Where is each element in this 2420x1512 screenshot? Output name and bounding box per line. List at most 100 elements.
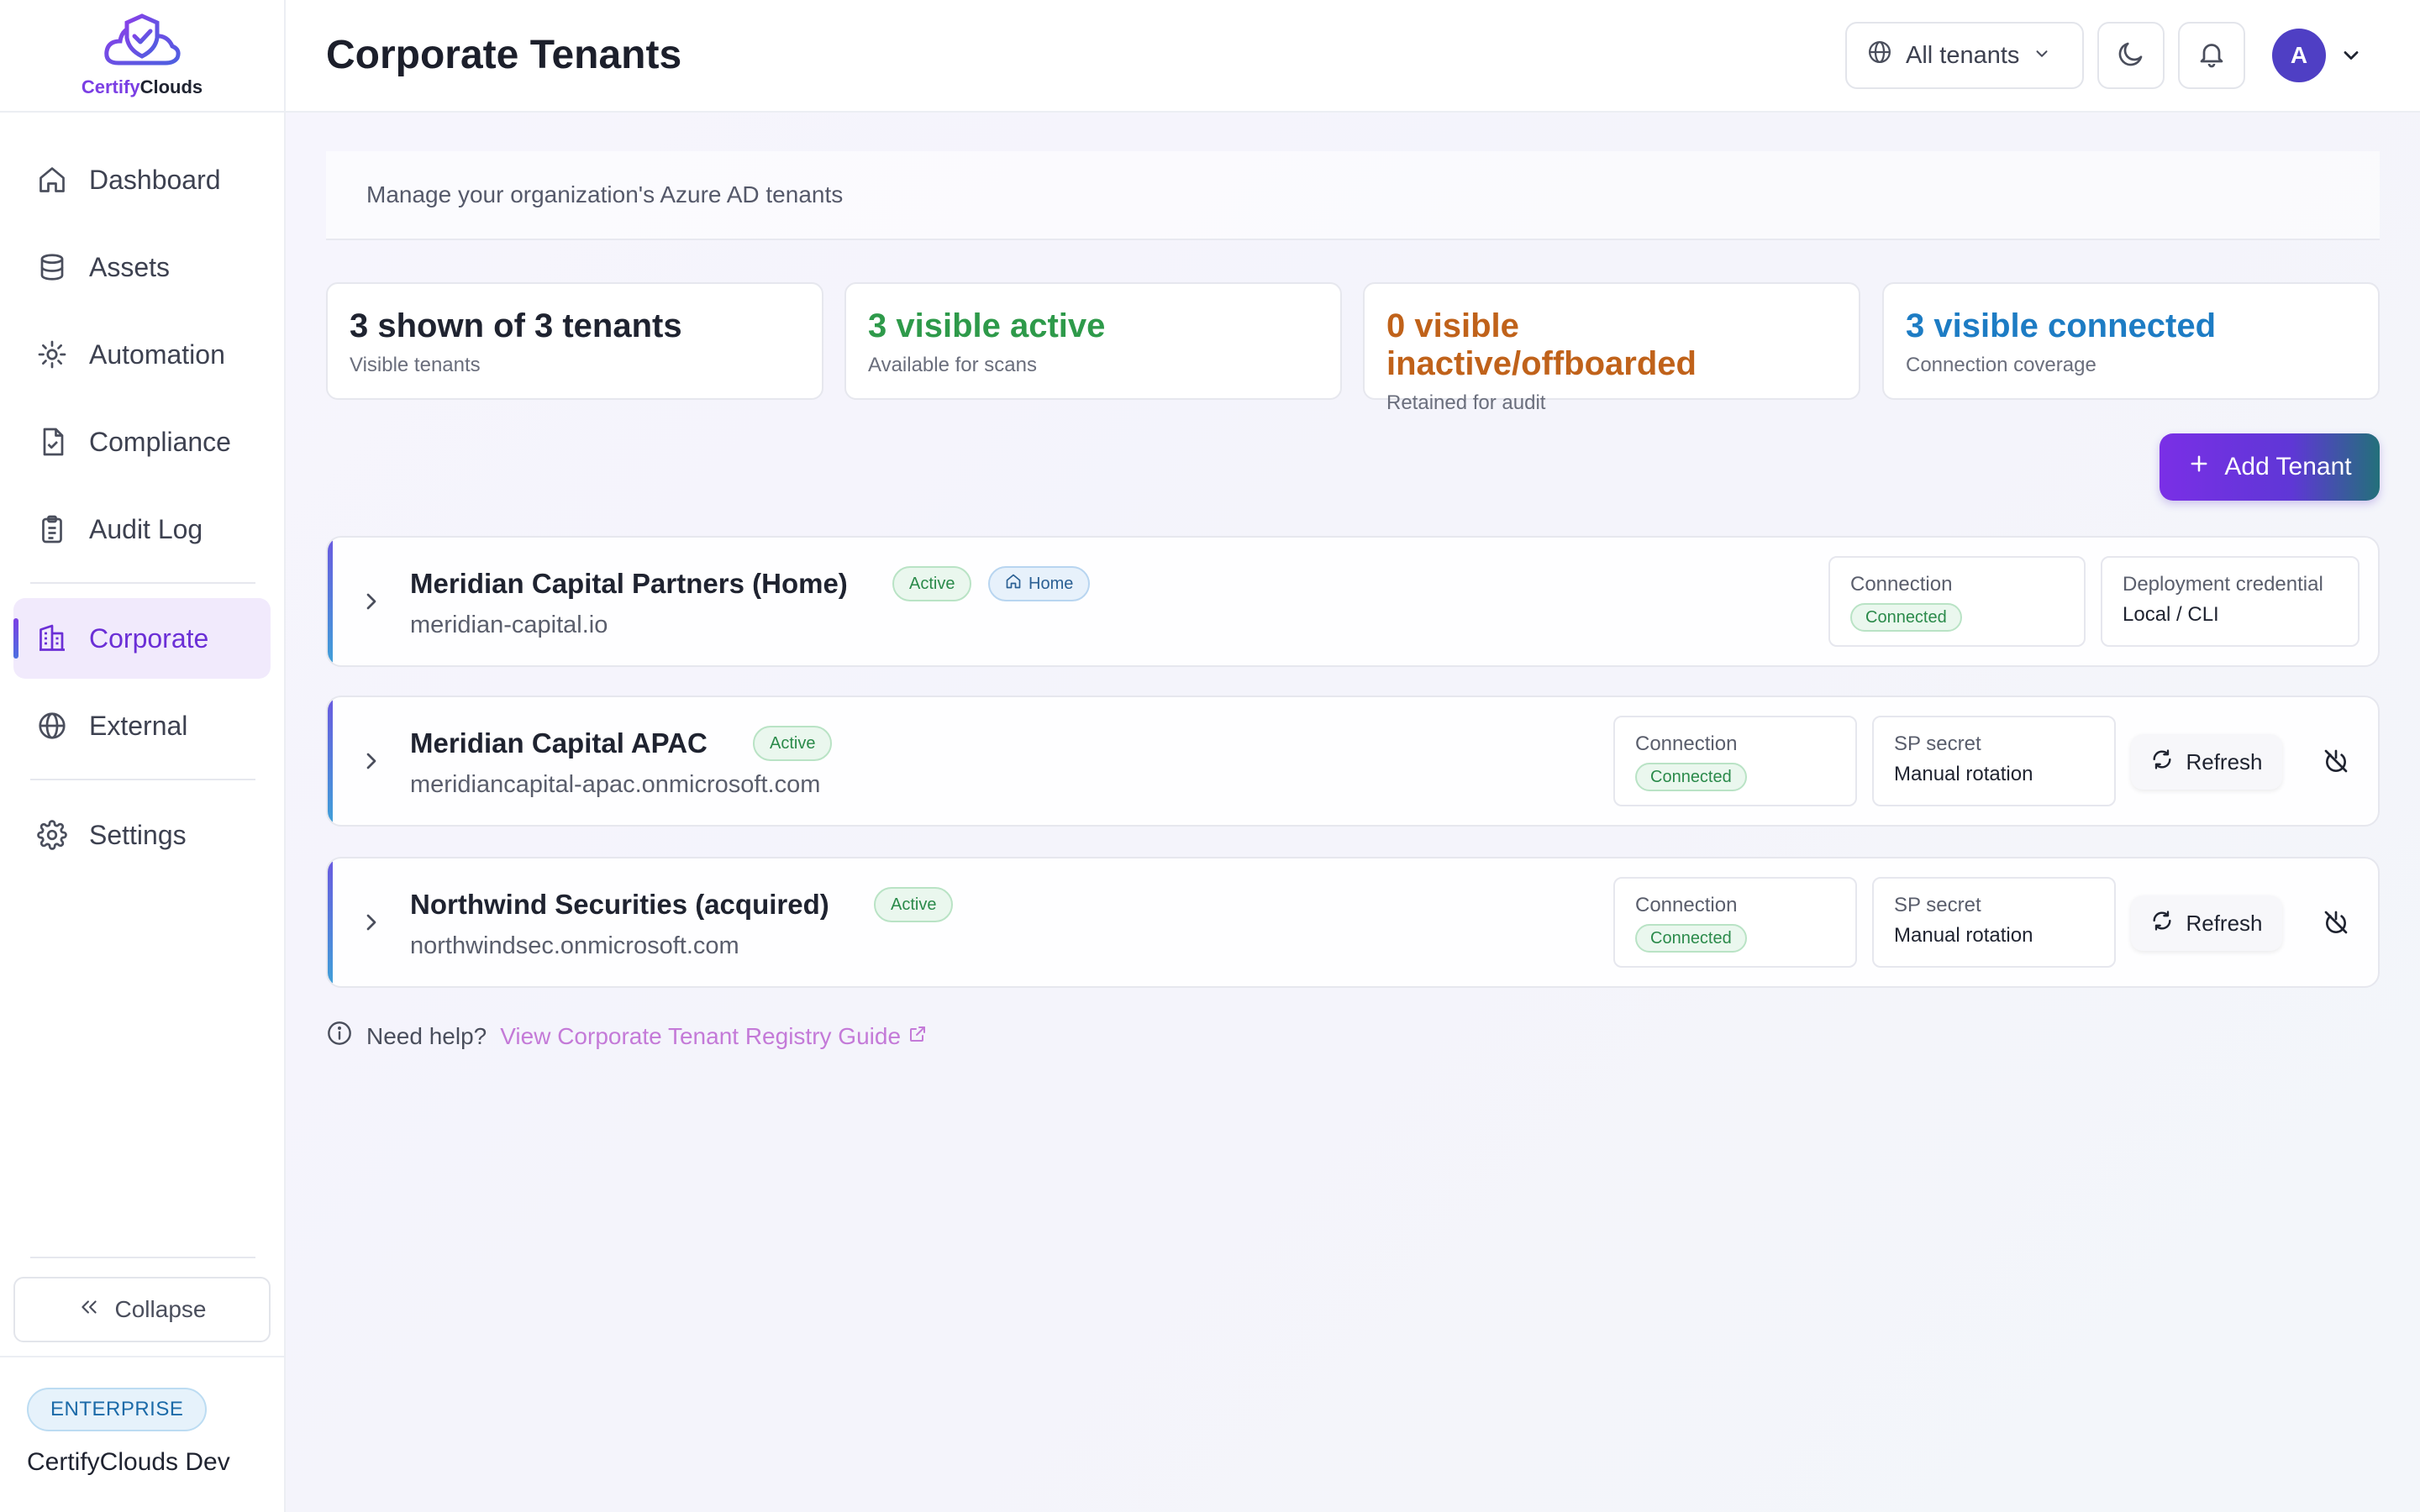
status-badge: Active (892, 566, 972, 601)
credential-value: Manual rotation (1894, 924, 2033, 947)
chevron-down-icon[interactable] (2339, 44, 2363, 71)
stat-value: 3 visible connected (1906, 307, 2217, 344)
stat-value: 0 visible inactive/offboarded (1386, 307, 1697, 382)
credential-value: Local / CLI (2123, 603, 2219, 626)
chevron-right-icon[interactable] (358, 588, 385, 619)
stat-card-active: 3 visible active Available for scans (844, 282, 1342, 400)
chevron-right-icon[interactable] (358, 909, 385, 940)
refresh-icon (2150, 909, 2174, 938)
registry-guide-link-label: View Corporate Tenant Registry Guide (500, 1022, 902, 1049)
nav-divider (30, 779, 255, 780)
home-badge: Home (988, 566, 1091, 601)
clipboard-icon (35, 512, 69, 546)
credential-box: Deployment credential Local / CLI (2101, 556, 2360, 647)
theme-toggle-button[interactable] (2097, 22, 2165, 89)
external-link-icon (908, 1023, 928, 1050)
stat-card-inactive: 0 visible inactive/offboarded Retained f… (1363, 282, 1860, 414)
sidebar-footer: ENTERPRISE CertifyClouds Dev (0, 1356, 286, 1512)
power-off-icon (2323, 909, 2349, 940)
tenant-filter-value: All tenants (1906, 41, 2020, 69)
file-check-icon (35, 425, 69, 459)
connection-status-box: Connection Connected (1828, 556, 2086, 647)
connection-status-badge: Connected (1635, 763, 1747, 791)
sidebar-item-label: Audit Log (89, 513, 203, 544)
tenant-name: Meridian Capital APAC (410, 727, 708, 759)
connection-status-box: Connection Connected (1613, 877, 1857, 968)
cloud-shield-logo-icon (104, 13, 181, 66)
tenant-domain: meridian-capital.io (410, 612, 608, 638)
plus-icon (2187, 452, 2211, 482)
tenant-name: Meridian Capital Partners (Home) (410, 568, 848, 599)
moon-icon (2116, 39, 2146, 73)
collapse-sidebar-button[interactable]: Collapse (13, 1277, 271, 1342)
status-badge: Active (753, 726, 833, 761)
info-icon (326, 1020, 353, 1053)
connection-label: Connection (1635, 894, 1738, 916)
notifications-button[interactable] (2178, 22, 2245, 89)
status-badge: Active (874, 887, 954, 922)
sidebar-item-label: Compliance (89, 426, 231, 457)
power-off-icon (2323, 748, 2349, 779)
sidebar-item-audit-log[interactable]: Audit Log (13, 489, 271, 570)
tenant-domain: northwindsec.onmicrosoft.com (410, 932, 739, 959)
sidebar-item-label: Corporate (89, 622, 209, 654)
plan-badge: ENTERPRISE (27, 1388, 208, 1431)
chevron-right-icon[interactable] (358, 748, 385, 779)
stat-value: 3 visible active (868, 307, 1106, 344)
brand-logo[interactable]: CertifyClouds (0, 0, 284, 113)
add-tenant-label: Add Tenant (2224, 453, 2352, 480)
sidebar-item-corporate[interactable]: Corporate (13, 598, 271, 679)
sidebar-item-automation[interactable]: Automation (13, 314, 271, 395)
refresh-button[interactable]: Refresh (2131, 734, 2282, 790)
sidebar-item-label: Settings (89, 819, 187, 850)
refresh-label: Refresh (2186, 910, 2263, 936)
chevron-down-icon (2033, 42, 2051, 70)
sidebar-item-external[interactable]: External (13, 685, 271, 766)
tenant-domain: meridiancapital-apac.onmicrosoft.com (410, 771, 821, 798)
brand-name: CertifyClouds (81, 76, 203, 97)
credential-label: Deployment credential (2123, 573, 2323, 596)
refresh-label: Refresh (2186, 748, 2263, 774)
stat-caption: Retained for audit (1386, 391, 1546, 414)
registry-guide-link[interactable]: View Corporate Tenant Registry Guide (500, 1023, 928, 1050)
bell-icon (2196, 39, 2227, 73)
tenant-row[interactable]: Meridian Capital APAC Active meridiancap… (326, 696, 2380, 827)
page-subtitle: Manage your organization's Azure AD tena… (326, 151, 2380, 240)
refresh-button[interactable]: Refresh (2131, 895, 2282, 951)
offboard-button[interactable] (2319, 746, 2353, 780)
database-icon (35, 250, 69, 284)
avatar[interactable]: A (2272, 29, 2326, 82)
help-row: Need help? View Corporate Tenant Registr… (326, 1020, 928, 1053)
top-header: Corporate Tenants All tenants A (286, 0, 2420, 113)
connection-status-box: Connection Connected (1613, 716, 1857, 806)
sidebar-item-label: Assets (89, 251, 171, 282)
add-tenant-button[interactable]: Add Tenant (2160, 433, 2380, 501)
credential-label: SP secret (1894, 894, 1981, 916)
refresh-icon (2150, 748, 2174, 777)
globe-icon (35, 709, 69, 743)
collapse-label: Collapse (114, 1296, 207, 1322)
help-question: Need help? (366, 1022, 487, 1049)
sidebar-item-label: Automation (89, 339, 225, 370)
home-badge-label: Home (1028, 574, 1074, 593)
sidebar-item-label: External (89, 710, 188, 741)
sidebar-item-assets[interactable]: Assets (13, 227, 271, 307)
home-icon (35, 163, 69, 197)
tenant-name: Northwind Securities (acquired) (410, 889, 829, 920)
tenant-filter-dropdown[interactable]: All tenants (1845, 22, 2084, 89)
sparkle-icon (35, 338, 69, 371)
building-icon (35, 622, 69, 655)
sidebar-item-settings[interactable]: Settings (13, 795, 271, 875)
tenant-row[interactable]: Meridian Capital Partners (Home) Active … (326, 536, 2380, 667)
page-title: Corporate Tenants (326, 33, 682, 77)
main-content: Manage your organization's Azure AD tena… (286, 113, 2420, 1512)
nav-divider (30, 582, 255, 584)
sidebar-item-dashboard[interactable]: Dashboard (13, 139, 271, 220)
tenant-row[interactable]: Northwind Securities (acquired) Active n… (326, 857, 2380, 988)
sidebar-item-compliance[interactable]: Compliance (13, 402, 271, 482)
connection-status-badge: Connected (1850, 603, 1962, 632)
credential-box: SP secret Manual rotation (1872, 716, 2116, 806)
connection-label: Connection (1850, 573, 1953, 596)
gear-icon (35, 818, 69, 852)
offboard-button[interactable] (2319, 907, 2353, 941)
